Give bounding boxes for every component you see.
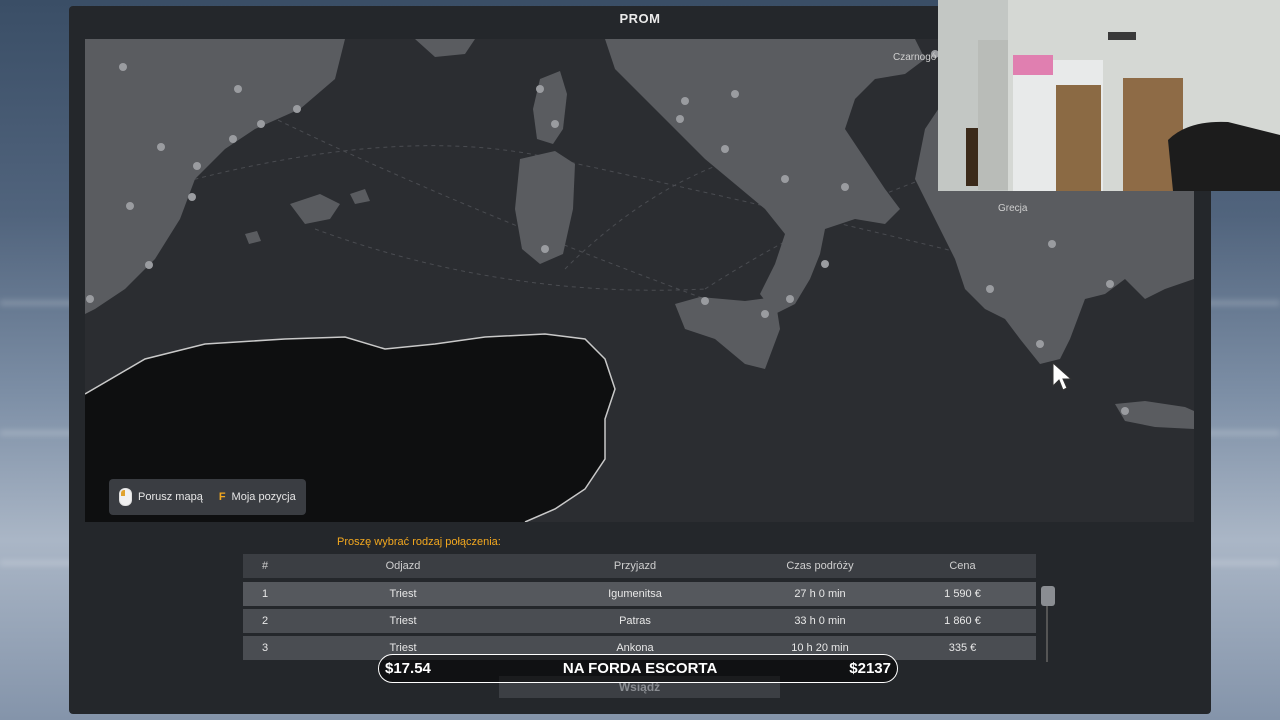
row-price: 335 € — [948, 642, 977, 654]
header-price: Cena — [949, 560, 976, 572]
my-position-label[interactable]: Moja pozycja — [232, 491, 296, 503]
row-travel-time: 27 h 0 min — [794, 588, 846, 600]
row-number: 2 — [261, 615, 269, 627]
row-number: 1 — [261, 588, 269, 600]
connection-prompt: Proszę wybrać rodzaj połączenia: — [337, 536, 501, 548]
overlay-current-amount: $17.54 — [385, 660, 431, 677]
key-f-label: F — [218, 491, 226, 503]
map-controls-hint: Porusz mapą F Moja pozycja — [109, 479, 306, 515]
row-departure: Triest — [389, 588, 417, 600]
row-arrival: Ankona — [616, 642, 654, 654]
webcam-scene — [938, 0, 1280, 191]
table-row[interactable]: 2 Triest Patras 33 h 0 min 1 860 € — [243, 609, 1036, 633]
donation-overlay: $17.54 NA FORDA ESCORTA $2137 — [378, 654, 898, 683]
header-departure: Odjazd — [385, 560, 421, 572]
move-map-label: Porusz mapą — [138, 491, 203, 503]
mouse-icon — [119, 488, 132, 506]
header-arrival: Przyjazd — [613, 560, 657, 572]
row-travel-time: 33 h 0 min — [794, 615, 846, 627]
row-travel-time: 10 h 20 min — [791, 642, 849, 654]
row-price: 1 860 € — [944, 615, 981, 627]
map-label-greece: Grecja — [998, 203, 1028, 214]
row-arrival: Patras — [619, 615, 651, 627]
row-arrival: Igumenitsa — [608, 588, 662, 600]
header-number: # — [261, 560, 269, 572]
table-scrollbar-thumb[interactable] — [1041, 586, 1055, 606]
row-price: 1 590 € — [944, 588, 981, 600]
map-label-montenegro: Czarnogó — [893, 52, 937, 63]
row-departure: Triest — [389, 615, 417, 627]
overlay-goal-amount: $2137 — [849, 660, 891, 677]
table-row[interactable]: 1 Triest Igumenitsa 27 h 0 min 1 590 € — [243, 582, 1036, 606]
header-travel-time: Czas podróży — [786, 560, 854, 572]
overlay-goal-title: NA FORDA ESCORTA — [562, 660, 718, 677]
row-departure: Triest — [389, 642, 417, 654]
table-header: # Odjazd Przyjazd Czas podróży Cena — [243, 554, 1036, 578]
row-number: 3 — [261, 642, 269, 654]
ferry-connections-table: # Odjazd Przyjazd Czas podróży Cena 1 Tr… — [243, 554, 1036, 660]
webcam-overlay — [938, 0, 1280, 191]
mouse-cursor-icon — [1052, 361, 1073, 397]
